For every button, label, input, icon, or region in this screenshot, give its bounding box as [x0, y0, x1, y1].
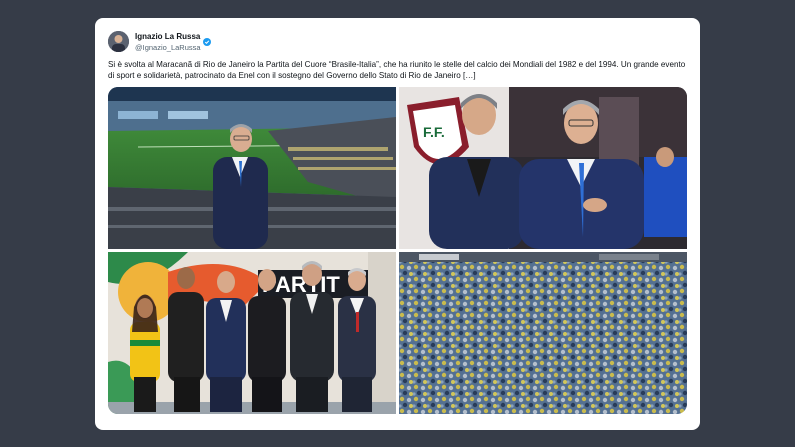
- tweet-text: Si è svolta al Maracanã di Rio de Janeir…: [108, 60, 686, 80]
- photo-locker-room[interactable]: F.F.: [399, 87, 687, 249]
- tweet-card: Ignazio La Russa @Ignazio_LaRussa Si è s…: [95, 18, 700, 430]
- photo-stadium[interactable]: [108, 87, 396, 249]
- photo-gallery: F.F. PARTIT: [108, 87, 687, 414]
- display-name[interactable]: Ignazio La Russa: [135, 32, 200, 41]
- photo-crowd[interactable]: [399, 252, 687, 414]
- club-crest-text: F.F.: [423, 124, 445, 140]
- avatar[interactable]: [108, 31, 129, 52]
- user-handle[interactable]: @Ignazio_LaRussa: [135, 43, 201, 52]
- verified-badge-icon: [203, 33, 212, 46]
- photo-group[interactable]: PARTIT: [108, 252, 396, 414]
